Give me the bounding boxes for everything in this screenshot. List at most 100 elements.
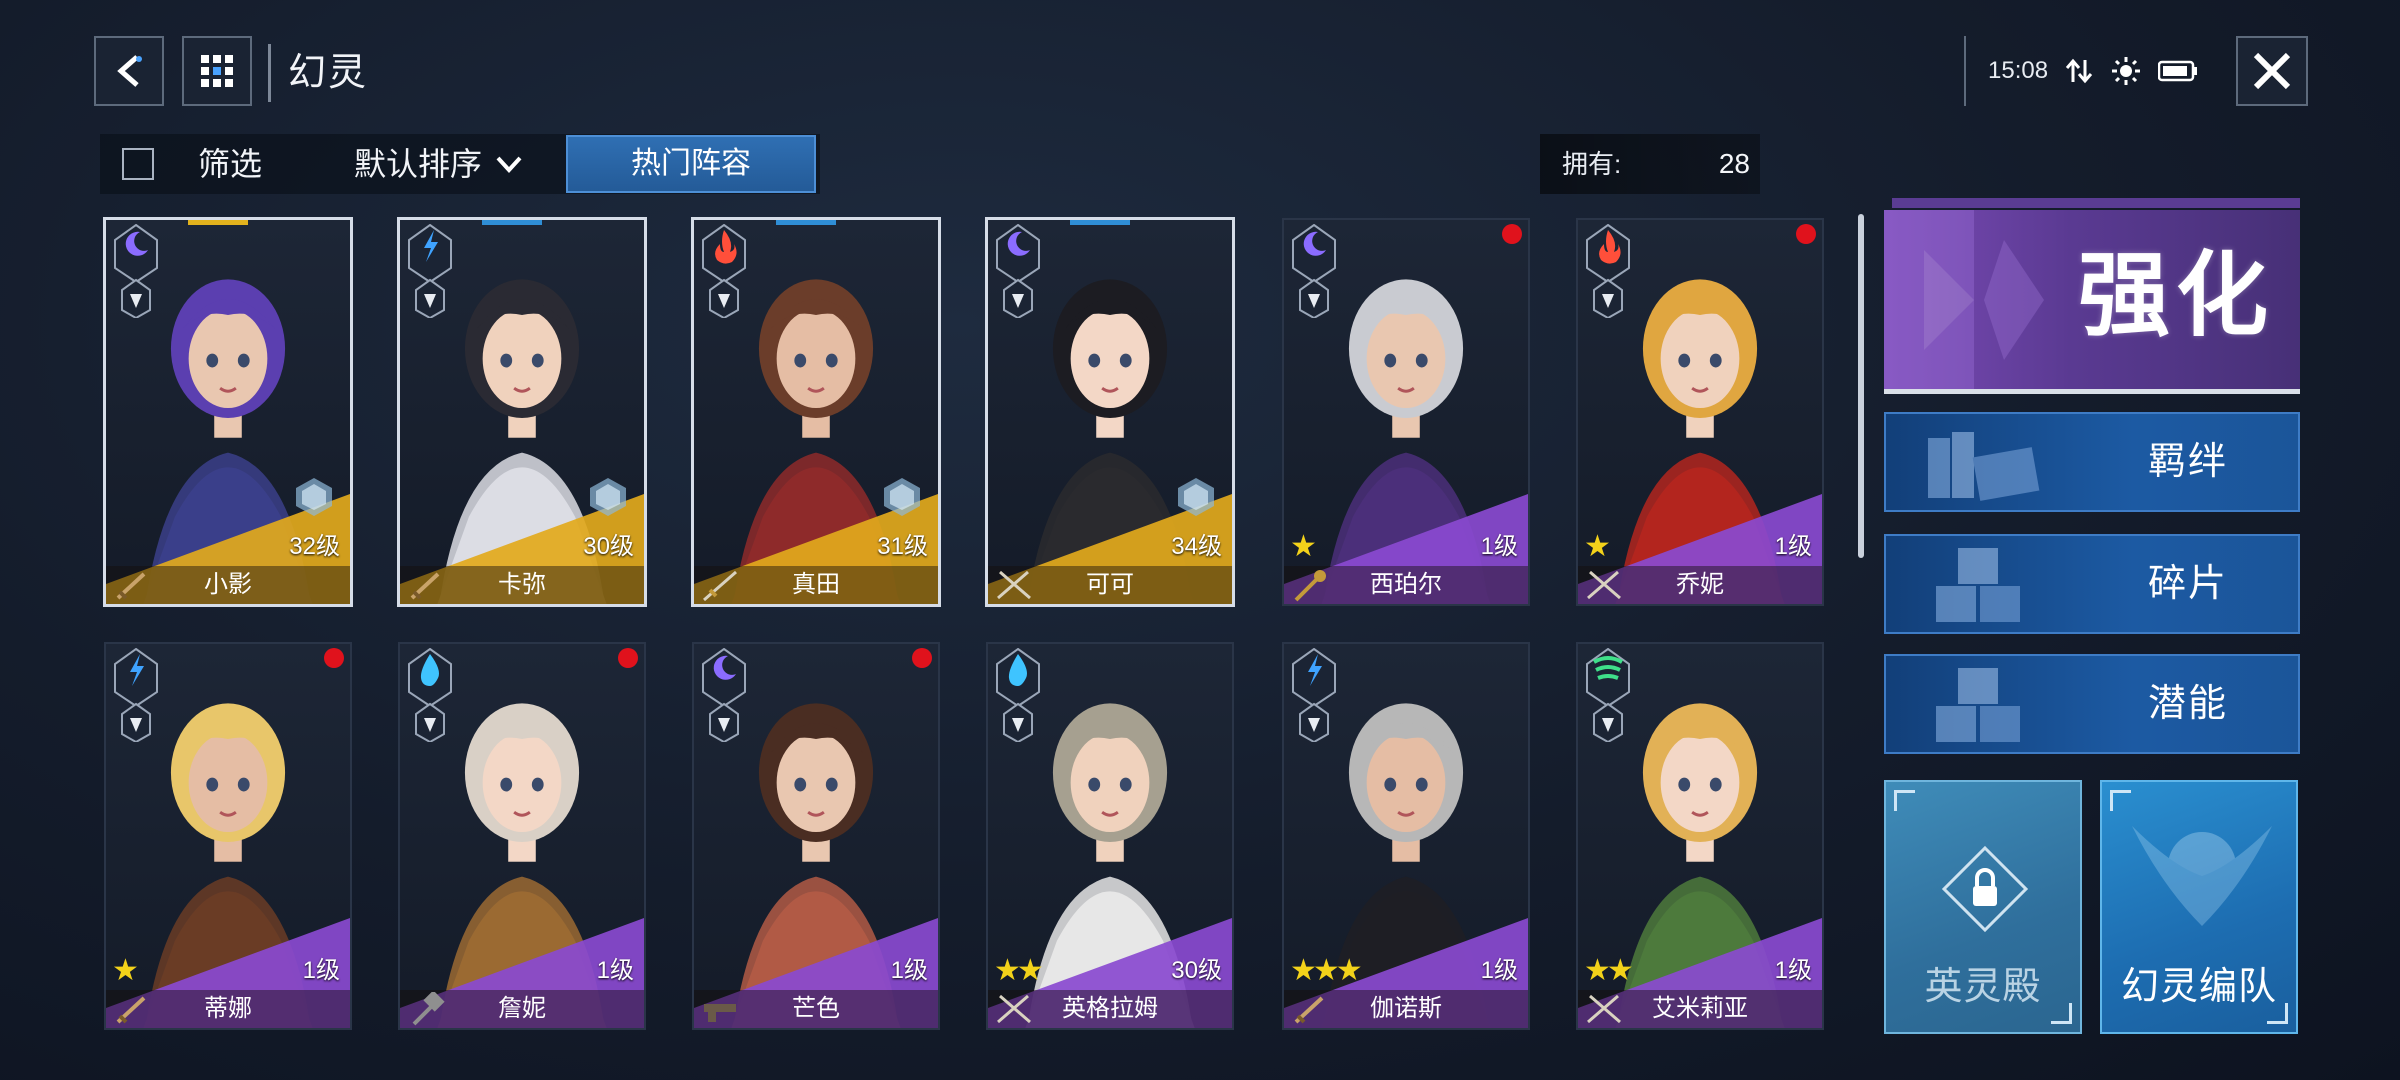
lightning-element-icon bbox=[1292, 648, 1336, 742]
brightness-icon bbox=[2112, 57, 2141, 85]
character-level: 1级 bbox=[1480, 957, 1518, 984]
crystal-icon bbox=[884, 478, 920, 516]
character-card[interactable]: 34级可可 bbox=[986, 218, 1234, 606]
hall-label: 英灵殿 bbox=[1924, 966, 2042, 1008]
page-title: 幻灵 bbox=[288, 52, 369, 94]
fragment-button[interactable]: 碎片 bbox=[1884, 534, 2300, 634]
filter-checkbox[interactable] bbox=[122, 148, 154, 180]
moon-element-icon bbox=[1292, 224, 1336, 318]
character-level: 1级 bbox=[1774, 957, 1812, 984]
character-card[interactable]: ★★ 30级 英格拉姆 bbox=[986, 642, 1234, 1030]
star-rating: ★ bbox=[1584, 530, 1611, 563]
enhance-button[interactable]: 强化 bbox=[1884, 210, 2300, 394]
potential-label: 潜能 bbox=[2147, 683, 2228, 725]
crystal-icon bbox=[1178, 478, 1214, 516]
character-name: 芒色 bbox=[792, 995, 840, 1022]
notification-dot bbox=[324, 648, 344, 668]
emblem-icon bbox=[1884, 210, 2044, 389]
notification-dot bbox=[912, 648, 932, 668]
water-element-icon bbox=[408, 648, 452, 742]
character-name: 小影 bbox=[204, 571, 252, 598]
star-rating: ★★ bbox=[994, 954, 1044, 987]
crystal-icon bbox=[296, 478, 332, 516]
character-name: 西珀尔 bbox=[1370, 571, 1442, 598]
sort-dropdown[interactable]: 默认排序 bbox=[354, 134, 482, 194]
formation-button[interactable]: 幻灵编队 bbox=[2100, 780, 2298, 1034]
hot-lineup-button[interactable]: 热门阵容 bbox=[566, 135, 816, 193]
wind-element-icon bbox=[1586, 648, 1630, 742]
grid-scrollbar[interactable] bbox=[1858, 214, 1864, 558]
fire-element-icon bbox=[1586, 224, 1630, 318]
bond-label: 羁绊 bbox=[2147, 441, 2228, 483]
status-bar: 15:08 bbox=[1964, 36, 2230, 106]
bond-button[interactable]: 羁绊 bbox=[1884, 412, 2300, 512]
character-card[interactable]: 1级芒色 bbox=[692, 642, 940, 1030]
star-rating: ★★ bbox=[1584, 954, 1634, 987]
notification-dot bbox=[1796, 224, 1816, 244]
character-name: 真田 bbox=[792, 571, 840, 598]
character-card[interactable]: ★★ 1级 艾米莉亚 bbox=[1576, 642, 1824, 1030]
character-name: 可可 bbox=[1086, 571, 1134, 598]
character-level: 32级 bbox=[289, 533, 340, 560]
character-level: 1级 bbox=[890, 957, 928, 984]
fire-element-icon bbox=[702, 224, 746, 318]
character-level: 1级 bbox=[1774, 533, 1812, 560]
character-name: 卡弥 bbox=[498, 571, 546, 598]
character-card[interactable]: 30级卡弥 bbox=[398, 218, 646, 606]
title-divider bbox=[268, 44, 271, 102]
moon-element-icon bbox=[996, 224, 1040, 318]
team-marker bbox=[776, 220, 836, 225]
lightning-element-icon bbox=[114, 648, 158, 742]
character-card[interactable]: 1级 詹妮 bbox=[398, 642, 646, 1030]
lock-icon bbox=[1941, 845, 2029, 933]
character-name: 艾米莉亚 bbox=[1652, 995, 1748, 1022]
chevron-down-icon[interactable] bbox=[494, 152, 524, 176]
character-level: 31级 bbox=[877, 533, 928, 560]
character-name: 乔妮 bbox=[1676, 571, 1724, 598]
crystal-icon bbox=[590, 478, 626, 516]
character-level: 1级 bbox=[1480, 533, 1518, 560]
owned-label: 拥有: bbox=[1562, 149, 1622, 179]
moon-element-icon bbox=[702, 648, 746, 742]
potential-button[interactable]: 潜能 bbox=[1884, 654, 2300, 754]
team-marker bbox=[482, 220, 542, 225]
grid-menu-button[interactable] bbox=[182, 36, 252, 106]
character-card[interactable]: 31级真田 bbox=[692, 218, 940, 606]
notification-dot bbox=[618, 648, 638, 668]
emblem-icon bbox=[2132, 826, 2272, 926]
clock: 15:08 bbox=[1988, 57, 2049, 84]
back-button[interactable] bbox=[94, 36, 164, 106]
water-element-icon bbox=[996, 648, 1040, 742]
team-marker bbox=[1070, 220, 1130, 225]
enhance-tab-edge bbox=[1892, 198, 2300, 208]
character-card[interactable]: ★ 1级西珀尔 bbox=[1282, 218, 1530, 606]
hall-button[interactable]: 英灵殿 bbox=[1884, 780, 2082, 1034]
star-rating: ★ bbox=[112, 954, 139, 987]
character-card[interactable]: 32级小影 bbox=[104, 218, 352, 606]
character-level: 1级 bbox=[302, 957, 340, 984]
filter-label[interactable]: 筛选 bbox=[198, 134, 262, 194]
character-name: 伽诺斯 bbox=[1370, 995, 1442, 1022]
character-card[interactable]: ★ 1级乔妮 bbox=[1576, 218, 1824, 606]
grid-menu-icon bbox=[201, 55, 233, 87]
back-arrow-icon bbox=[117, 55, 142, 87]
fragment-label: 碎片 bbox=[2147, 563, 2228, 605]
star-rating: ★★★ bbox=[1290, 954, 1363, 987]
character-level: 30级 bbox=[583, 533, 634, 560]
close-button[interactable] bbox=[2236, 36, 2308, 106]
character-card[interactable]: ★★★ 1级伽诺斯 bbox=[1282, 642, 1530, 1030]
character-name: 蒂娜 bbox=[204, 995, 252, 1022]
boxes-icon bbox=[1936, 548, 2020, 622]
character-card[interactable]: ★ 1级蒂娜 bbox=[104, 642, 352, 1030]
lightning-element-icon bbox=[408, 224, 452, 318]
team-marker bbox=[188, 220, 248, 225]
notification-dot bbox=[1502, 224, 1522, 244]
books-icon bbox=[1928, 432, 2040, 501]
character-level: 34级 bbox=[1171, 533, 1222, 560]
character-level: 30级 bbox=[1171, 957, 1222, 984]
character-name: 詹妮 bbox=[498, 995, 546, 1022]
corner-mark bbox=[1894, 790, 1915, 811]
owned-count: 28 bbox=[1718, 148, 1750, 179]
battery-icon bbox=[2158, 60, 2198, 82]
star-rating: ★ bbox=[1290, 530, 1317, 563]
